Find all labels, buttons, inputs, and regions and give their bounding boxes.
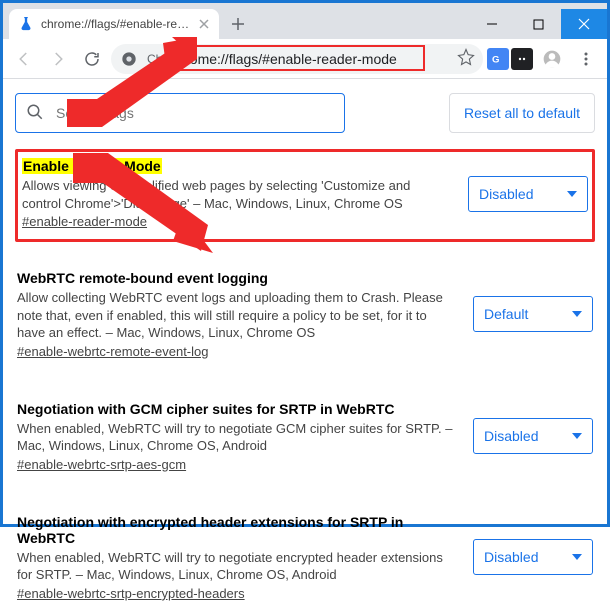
flag-enable-reader-mode: Enable Reader Mode Allows viewing of sim… — [15, 149, 595, 242]
bookmark-star-icon[interactable] — [457, 48, 475, 69]
chevron-down-icon — [572, 311, 582, 317]
profile-avatar-icon[interactable] — [537, 44, 567, 74]
chevron-down-icon — [567, 191, 577, 197]
reload-button[interactable] — [77, 44, 107, 74]
search-icon — [26, 103, 44, 124]
extension-dark-icon[interactable] — [511, 48, 533, 70]
window-controls — [469, 9, 607, 39]
flag-description: Allows viewing of simplified web pages b… — [22, 177, 448, 212]
toolbar: Ch chrome://flags/#enable-reader-mode G — [3, 39, 607, 79]
flag-value-label: Disabled — [484, 549, 538, 565]
flag-anchor-link[interactable]: #enable-webrtc-srtp-encrypted-headers — [17, 586, 245, 601]
flag-description: Allow collecting WebRTC event logs and u… — [17, 289, 453, 342]
search-input[interactable] — [54, 104, 334, 122]
page-content: Reset all to default Enable Reader Mode … — [3, 79, 607, 615]
titlebar: chrome://flags/#enable-reader-m — [3, 3, 607, 39]
flag-anchor-link[interactable]: #enable-webrtc-srtp-aes-gcm — [17, 457, 186, 472]
tab-title: chrome://flags/#enable-reader-m — [41, 17, 191, 31]
flag-anchor-link[interactable]: #enable-reader-mode — [22, 214, 147, 229]
search-row: Reset all to default — [15, 93, 595, 133]
flag-description: When enabled, WebRTC will try to negotia… — [17, 549, 453, 584]
back-button[interactable] — [9, 44, 39, 74]
flag-webrtc-srtp-aes-gcm: Negotiation with GCM cipher suites for S… — [15, 393, 595, 486]
forward-button[interactable] — [43, 44, 73, 74]
site-security-label: Ch — [147, 52, 162, 66]
flag-title: Negotiation with GCM cipher suites for S… — [17, 401, 395, 417]
flag-anchor-link[interactable]: #enable-webrtc-remote-event-log — [17, 344, 208, 359]
site-info-icon[interactable] — [119, 49, 139, 69]
flag-value-label: Disabled — [484, 428, 538, 444]
url-text: chrome://flags/#enable-reader-mode — [170, 51, 396, 67]
address-bar[interactable]: Ch chrome://flags/#enable-reader-mode — [111, 44, 483, 74]
flag-value-select[interactable]: Default — [473, 296, 593, 332]
svg-text:G: G — [492, 54, 499, 64]
flag-webrtc-srtp-encrypted-headers: Negotiation with encrypted header extens… — [15, 506, 595, 615]
flag-value-select[interactable]: Disabled — [468, 176, 588, 212]
extension-translate-icon[interactable]: G — [487, 48, 509, 70]
chevron-down-icon — [572, 433, 582, 439]
minimize-button[interactable] — [469, 9, 515, 39]
reset-all-button[interactable]: Reset all to default — [449, 93, 595, 133]
reset-all-label: Reset all to default — [464, 105, 580, 121]
new-tab-button[interactable] — [225, 11, 251, 37]
flag-value-label: Default — [484, 306, 528, 322]
flag-title: Negotiation with encrypted header extens… — [17, 514, 453, 546]
flag-title: WebRTC remote-bound event logging — [17, 270, 268, 286]
search-flags-box[interactable] — [15, 93, 345, 133]
window-close-button[interactable] — [561, 9, 607, 39]
chevron-down-icon — [572, 554, 582, 560]
tab-close-icon[interactable] — [199, 18, 211, 30]
browser-tab[interactable]: chrome://flags/#enable-reader-m — [9, 9, 219, 39]
flag-value-select[interactable]: Disabled — [473, 539, 593, 575]
flag-value-label: Disabled — [479, 186, 533, 202]
flag-description: When enabled, WebRTC will try to negotia… — [17, 420, 453, 455]
menu-button[interactable] — [571, 44, 601, 74]
maximize-button[interactable] — [515, 9, 561, 39]
flag-title: Enable Reader Mode — [22, 158, 162, 174]
extensions-area: G — [487, 48, 533, 70]
flask-icon — [19, 17, 33, 31]
flag-webrtc-remote-event-log: WebRTC remote-bound event logging Allow … — [15, 262, 595, 373]
flag-value-select[interactable]: Disabled — [473, 418, 593, 454]
